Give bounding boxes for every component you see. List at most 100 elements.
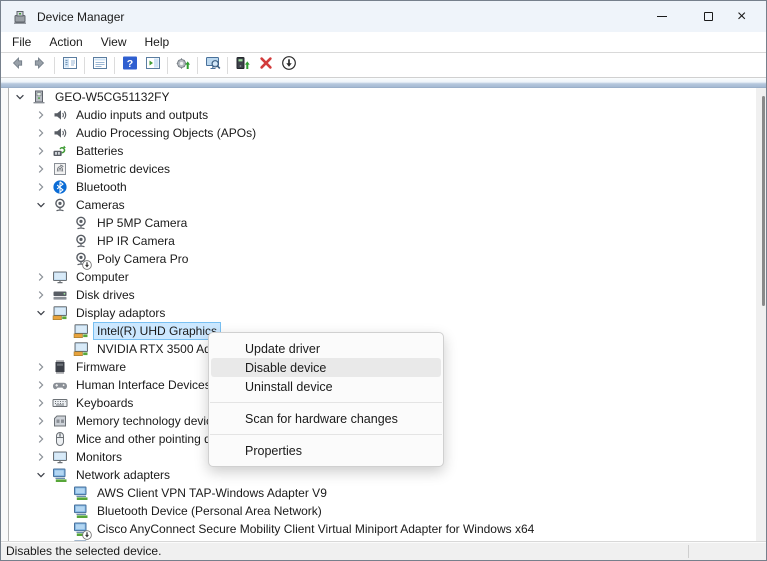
chevron-right-icon[interactable] — [33, 125, 49, 141]
tree-item-label[interactable]: Cisco AnyConnect Secure Mobility Client … — [94, 521, 537, 537]
minimize-button[interactable] — [638, 1, 685, 32]
minimize-icon — [657, 16, 667, 17]
network-icon — [73, 521, 89, 537]
chevron-down-icon[interactable] — [12, 89, 28, 105]
tree-item-label[interactable]: HP 5MP Camera — [94, 215, 190, 231]
scan-hardware-changes-button[interactable] — [201, 54, 224, 76]
tree-item[interactable]: Cisco AnyConnect Secure Mobility Client … — [9, 520, 766, 538]
tree-item-label[interactable]: Keyboards — [73, 395, 136, 411]
console-tree-icon — [62, 55, 78, 76]
chevron-right-icon[interactable] — [33, 431, 49, 447]
enable-device-button[interactable] — [231, 54, 254, 76]
tree-item-label[interactable]: Audio inputs and outputs — [73, 107, 211, 123]
update-driver-button[interactable] — [171, 54, 194, 76]
tree-item-label[interactable]: HP IR Camera — [94, 233, 178, 249]
network-icon — [52, 467, 68, 483]
tree-item[interactable]: Cameras — [9, 196, 766, 214]
tree-item-label[interactable]: Human Interface Devices — [73, 377, 214, 393]
chevron-right-icon[interactable] — [33, 107, 49, 123]
tree-item[interactable]: Network adapters — [9, 466, 766, 484]
chevron-right-icon[interactable] — [33, 143, 49, 159]
tree-item-label[interactable]: Bluetooth — [73, 179, 130, 195]
tree-item-label[interactable]: GEO-W5CG51132FY — [52, 89, 172, 105]
tree-item-label[interactable]: Computer — [73, 269, 132, 285]
svg-text:?: ? — [126, 57, 132, 69]
tree-item[interactable]: Computer — [9, 268, 766, 286]
tree-item-label[interactable]: Batteries — [73, 143, 126, 159]
chevron-right-icon[interactable] — [33, 269, 49, 285]
forward-button[interactable] — [28, 54, 51, 76]
tree-item-label[interactable]: Poly Camera Pro — [94, 251, 191, 267]
toolbar-separator — [227, 57, 228, 74]
tree-item-label[interactable]: Disk drives — [73, 287, 138, 303]
chevron-right-icon[interactable] — [33, 161, 49, 177]
chevron-spacer — [54, 323, 70, 339]
tree-item[interactable]: Batteries — [9, 142, 766, 160]
show-action-pane-button[interactable] — [141, 54, 164, 76]
chevron-right-icon[interactable] — [33, 179, 49, 195]
status-bar-divider — [688, 545, 689, 558]
tree-item-label[interactable]: Display adaptors — [73, 305, 168, 321]
menu-item-uninstall-device[interactable]: Uninstall device — [209, 377, 443, 396]
menu-item-disable-device[interactable]: Disable device — [211, 358, 441, 377]
properties-button[interactable] — [88, 54, 111, 76]
tree-item-label[interactable]: Memory technology devices — [73, 413, 228, 429]
chevron-right-icon[interactable] — [33, 287, 49, 303]
maximize-button[interactable] — [685, 1, 732, 32]
menu-file[interactable]: File — [3, 33, 40, 51]
tree-item[interactable]: Audio Processing Objects (APOs) — [9, 124, 766, 142]
tree-item-label[interactable]: AWS Client VPN TAP-Windows Adapter V9 — [94, 485, 330, 501]
toolbar-separator — [197, 57, 198, 74]
tree-item[interactable]: HP IR Camera — [9, 232, 766, 250]
tree-item-label[interactable]: Monitors — [73, 449, 125, 465]
bluetooth-icon — [52, 179, 68, 195]
tree-item[interactable]: AWS Client VPN TAP-Windows Adapter V9 — [9, 484, 766, 502]
menu-help[interactable]: Help — [136, 33, 179, 51]
tree-item[interactable]: Bluetooth Device (Personal Area Network) — [9, 502, 766, 520]
chevron-right-icon[interactable] — [33, 413, 49, 429]
menu-item-properties[interactable]: Properties — [209, 441, 443, 460]
tree-item-label[interactable]: Firmware — [73, 359, 129, 375]
device-manager-app-icon — [12, 9, 28, 25]
tree-item[interactable]: Audio inputs and outputs — [9, 106, 766, 124]
tree-item-label[interactable]: Cameras — [73, 197, 128, 213]
show-console-tree-button[interactable] — [58, 54, 81, 76]
disable-device-button[interactable] — [277, 54, 300, 76]
tree-item-label[interactable]: Bluetooth Device (Personal Area Network) — [94, 503, 325, 519]
chevron-right-icon[interactable] — [33, 359, 49, 375]
menu-item-scan-for-hardware-changes[interactable]: Scan for hardware changes — [209, 409, 443, 428]
uninstall-device-button[interactable] — [254, 54, 277, 76]
tree-item[interactable]: Biometric devices — [9, 160, 766, 178]
monitor-icon — [52, 269, 68, 285]
tree-item[interactable]: Poly Camera Pro — [9, 250, 766, 268]
camera-icon — [73, 233, 89, 249]
chevron-right-icon[interactable] — [33, 449, 49, 465]
tree-item-label-selected[interactable]: Intel(R) UHD Graphics — [94, 323, 220, 339]
chevron-right-icon[interactable] — [33, 377, 49, 393]
vertical-scrollbar[interactable] — [756, 88, 766, 541]
menu-item-update-driver[interactable]: Update driver — [209, 339, 443, 358]
speaker-icon — [52, 125, 68, 141]
camera-icon — [73, 215, 89, 231]
tree-item[interactable]: Bluetooth — [9, 178, 766, 196]
left-gutter — [1, 88, 9, 541]
back-button[interactable] — [5, 54, 28, 76]
close-button[interactable]: × — [732, 1, 766, 32]
toolbar-separator — [84, 57, 85, 74]
menu-action[interactable]: Action — [40, 33, 91, 51]
help-button[interactable]: ? — [118, 54, 141, 76]
tree-item[interactable]: Disk drives — [9, 286, 766, 304]
tree-item-label[interactable]: Audio Processing Objects (APOs) — [73, 125, 259, 141]
chevron-down-icon[interactable] — [33, 305, 49, 321]
chevron-down-icon[interactable] — [33, 467, 49, 483]
chevron-right-icon[interactable] — [33, 395, 49, 411]
tree-item[interactable]: Display adaptors — [9, 304, 766, 322]
tree-item-label[interactable]: Biometric devices — [73, 161, 173, 177]
scrollbar-thumb[interactable] — [762, 96, 765, 306]
chevron-down-icon[interactable] — [33, 197, 49, 213]
tree-item[interactable]: GEO-W5CG51132FY — [9, 88, 766, 106]
tree-item[interactable]: HP 5MP Camera — [9, 214, 766, 232]
menu-view[interactable]: View — [92, 33, 136, 51]
toolbar: ? — [1, 53, 766, 78]
tree-item-label[interactable]: Network adapters — [73, 467, 173, 483]
